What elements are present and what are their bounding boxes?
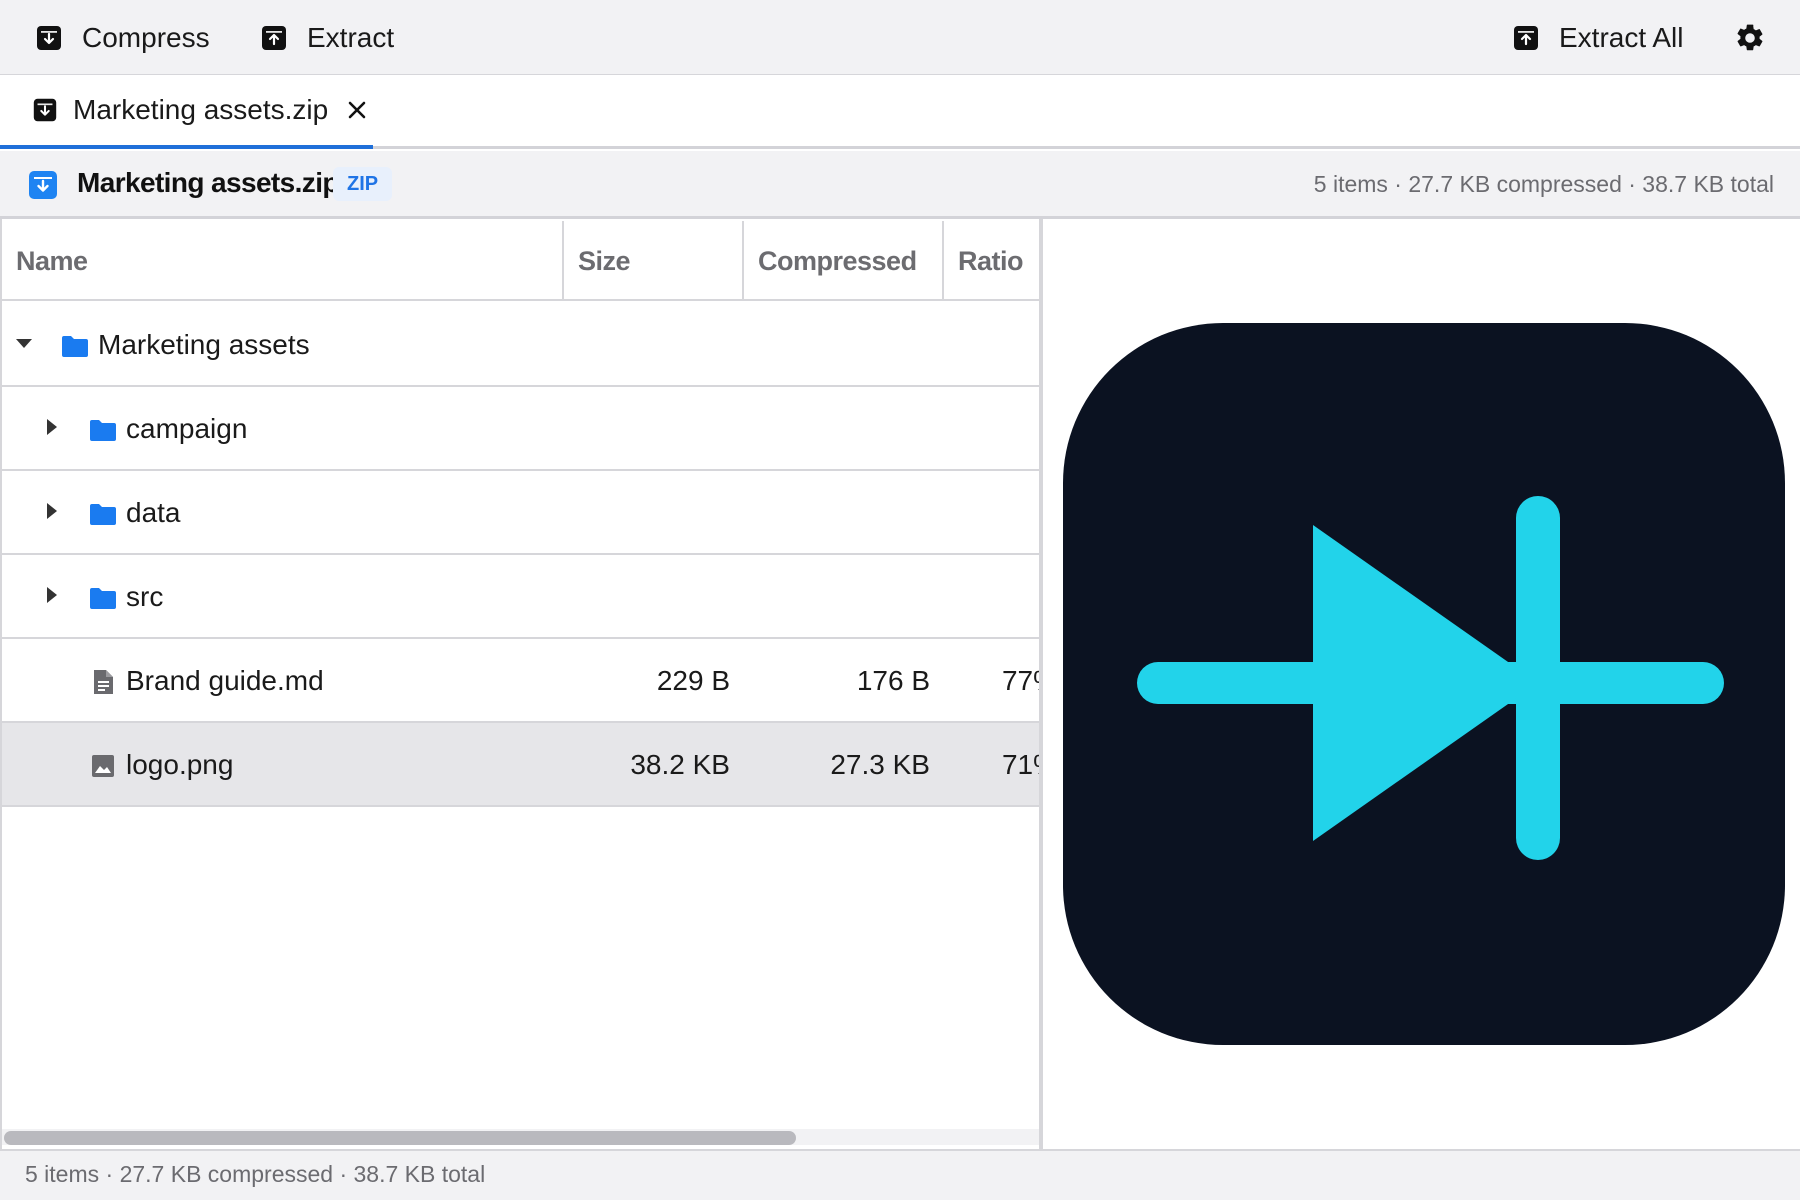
compress-button[interactable]: Compress [34,0,210,75]
file-compressed-size: 27.3 KB [830,749,930,780]
file-name: Brand guide.md [126,665,324,696]
extract-all-button[interactable]: Extract All [1511,0,1683,75]
file-size: 229 B [656,665,730,696]
file-compressed-size: 176 B [856,665,930,696]
folder-icon [60,331,90,361]
file-size: 38.2 KB [630,749,730,780]
table-row[interactable]: campaign [2,387,1039,471]
diode-logo-image [1063,323,1785,1045]
image-file-icon [88,751,118,781]
table-row[interactable]: src [2,555,1039,639]
tab-marketing-assets-zip[interactable]: Marketing assets.zip [0,75,373,149]
column-header-compressed[interactable]: Compressed [742,221,942,301]
file-name: logo.png [126,749,234,780]
table-row[interactable]: Brand guide.md 229 B 176 B 77% [2,639,1039,723]
file-name: src [126,581,164,612]
archive-title: Marketing assets.zip [77,167,339,198]
table-row-selected[interactable]: logo.png 38.2 KB 27.3 KB 71% [2,723,1039,807]
table-row[interactable]: Marketing assets [2,303,1039,387]
extract-all-label: Extract All [1559,21,1684,53]
file-ratio: 71% [1001,749,1039,780]
extract-label: Extract [307,21,395,53]
archive-in-icon [34,23,64,53]
file-name: campaign [126,413,248,444]
horizontal-scrollbar-thumb[interactable] [4,1131,796,1145]
toolbar: Compress Extract Extract All [0,0,1800,75]
file-table: Name Size Compressed Ratio Marketing ass… [0,219,1043,1149]
gear-icon[interactable] [1734,22,1766,54]
compress-label: Compress [82,21,210,53]
archive-out-icon [1511,23,1541,53]
column-header-size[interactable]: Size [562,221,742,301]
archive-out-icon [259,23,289,53]
folder-icon [88,583,118,613]
table-row[interactable]: data [2,471,1039,555]
file-name: data [126,497,181,528]
folder-icon [88,415,118,445]
zip-archive-icon [29,171,57,199]
format-badge: ZIP [333,167,393,201]
caret-right-icon[interactable] [42,585,62,605]
archive-in-icon [31,96,59,124]
caret-down-icon[interactable] [14,333,34,353]
extract-button[interactable]: Extract [259,0,394,75]
caret-right-icon[interactable] [42,417,62,437]
column-header-ratio[interactable]: Ratio [942,221,1039,301]
archive-summary: 5 items · 27.7 KB compressed · 38.7 KB t… [1313,171,1774,197]
archive-header: Marketing assets.zip ZIP 5 items · 27.7 … [0,151,1800,219]
file-ratio: 77% [1001,665,1039,696]
tab-label: Marketing assets.zip [73,94,329,125]
close-icon[interactable] [346,99,368,121]
status-bar: 5 items · 27.7 KB compressed · 38.7 KB t… [0,1149,1800,1200]
column-header-name[interactable]: Name [2,221,562,301]
tab-bar: Marketing assets.zip [0,75,1800,149]
caret-right-icon[interactable] [42,501,62,521]
document-icon [88,667,118,697]
file-name: Marketing assets [98,329,310,360]
table-header: Name Size Compressed Ratio [2,221,1039,301]
preview-pane [1047,219,1800,1149]
status-text: 5 items · 27.7 KB compressed · 38.7 KB t… [25,1161,486,1187]
folder-icon [88,499,118,529]
